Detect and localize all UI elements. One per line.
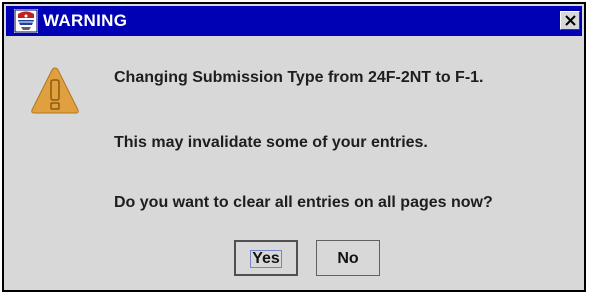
warning-dialog: WARNING Changing Submission Type from 24… xyxy=(2,2,586,292)
title-bar[interactable]: WARNING xyxy=(6,6,582,36)
close-button[interactable] xyxy=(560,11,580,30)
no-button-label: No xyxy=(337,250,359,267)
warning-icon xyxy=(30,66,80,116)
no-button[interactable]: No xyxy=(316,240,380,276)
app-logo-icon xyxy=(14,9,38,33)
message-line-3: Do you want to clear all entries on all … xyxy=(114,194,493,211)
yes-button[interactable]: Yes xyxy=(234,240,298,276)
message-line-2: This may invalidate some of your entries… xyxy=(114,134,428,151)
window-title: WARNING xyxy=(43,11,128,30)
yes-button-label: Yes xyxy=(252,250,280,267)
message-line-1: Changing Submission Type from 24F-2NT to… xyxy=(114,69,484,86)
